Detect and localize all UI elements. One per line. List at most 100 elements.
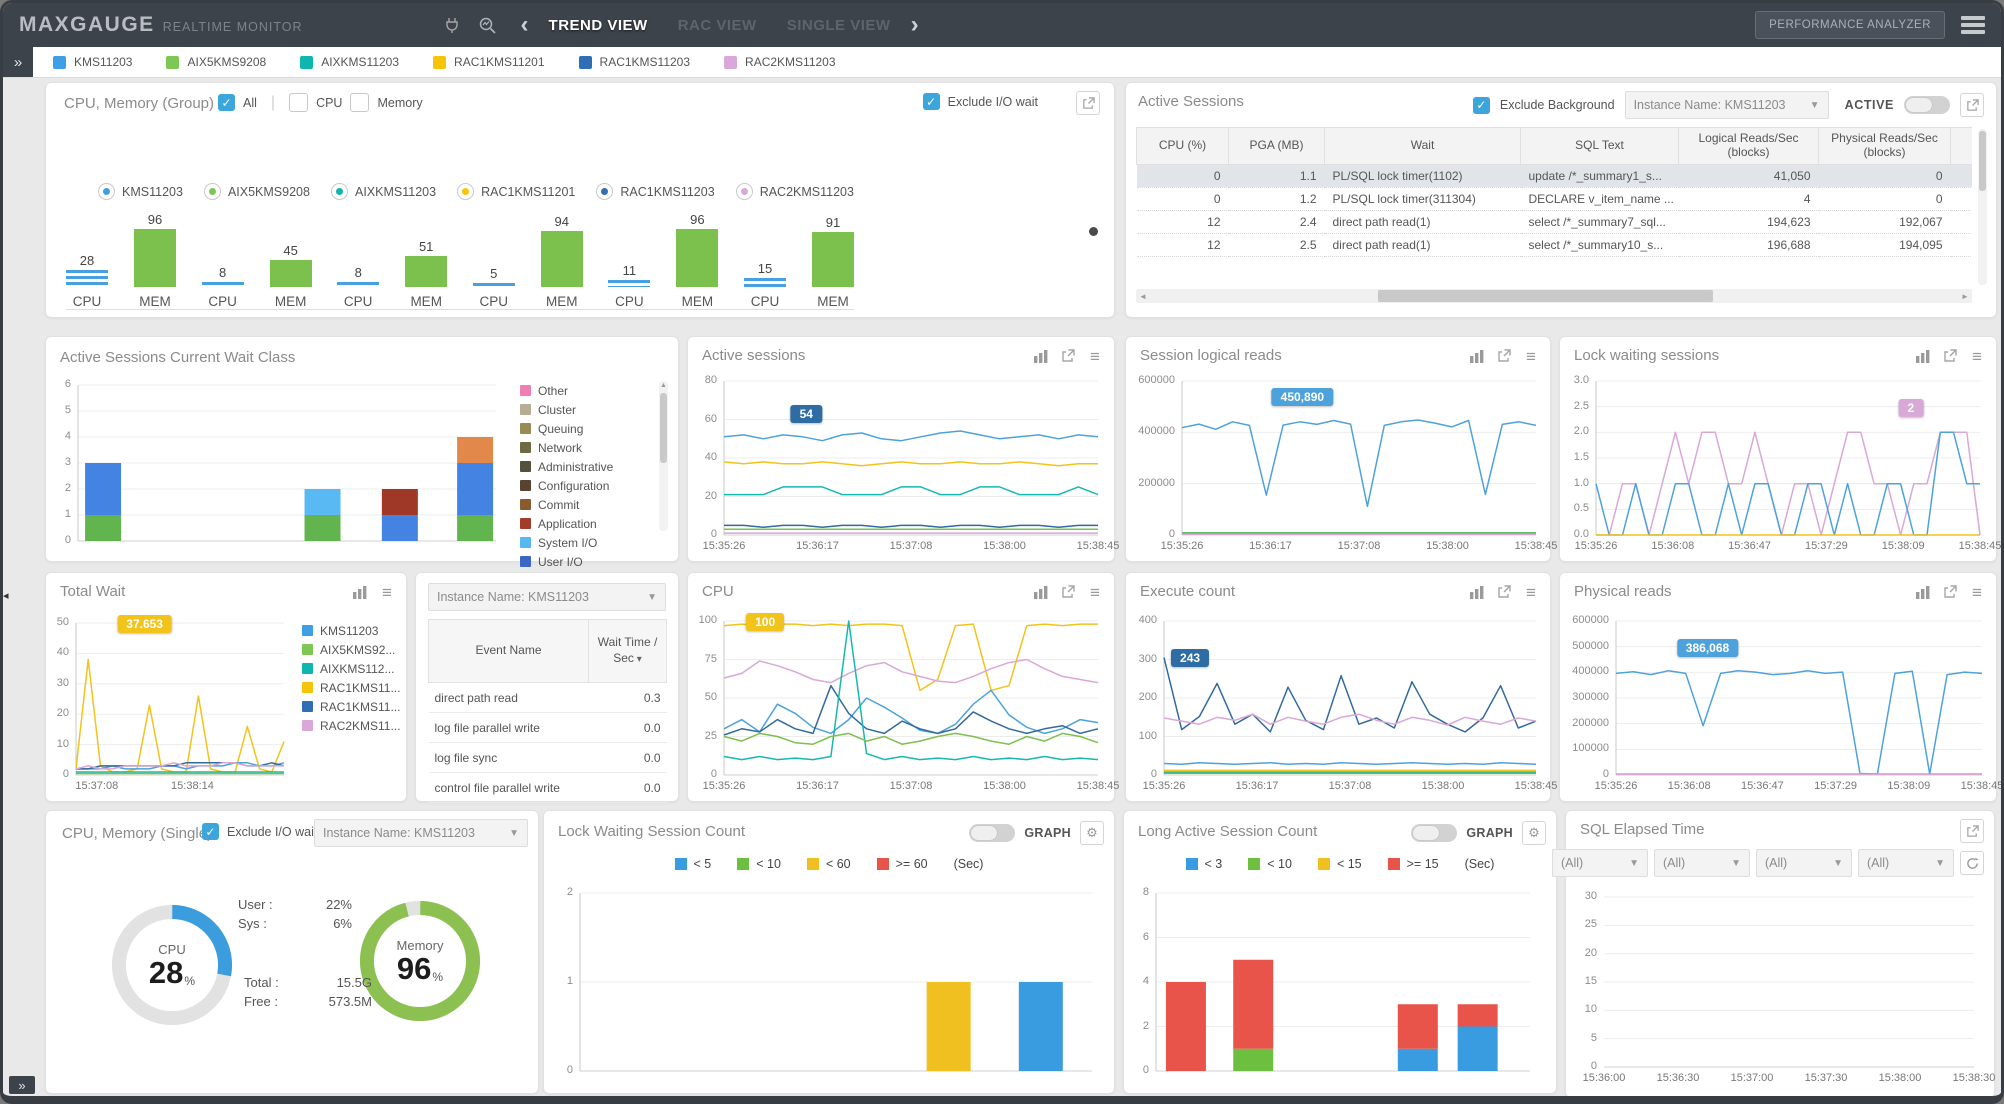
exclude-io-checkbox[interactable]: ✓: [202, 823, 219, 840]
legend-item-rac2kms11[interactable]: RAC2KMS11...: [302, 716, 400, 735]
bar-chart-icon[interactable]: [1468, 347, 1486, 365]
legend-item-rac1kms11203[interactable]: RAC1KMS11203: [578, 55, 690, 69]
popout-icon[interactable]: [1495, 583, 1513, 601]
scroll-left-icon[interactable]: ◄: [1136, 289, 1150, 303]
legend-item-60[interactable]: < 60: [806, 857, 851, 871]
legend-item-10[interactable]: < 10: [737, 857, 781, 871]
popout-icon[interactable]: [1960, 819, 1984, 843]
legend-item-aixkms112[interactable]: AIXKMS112...: [302, 659, 400, 678]
popout-icon[interactable]: [1960, 93, 1984, 117]
legend-item-kms11203[interactable]: KMS11203: [53, 55, 132, 69]
sql-filter-dropdown-4[interactable]: (All) ▼: [1858, 849, 1954, 877]
table-horizontal-scrollbar[interactable]: ◄ ►: [1136, 289, 1972, 303]
legend-item-network[interactable]: Network: [520, 438, 613, 457]
tab-rac-view[interactable]: RAC VIEW: [678, 17, 757, 34]
column-header[interactable]: PGA (MB): [1228, 127, 1325, 165]
chart-menu-icon[interactable]: ≡: [1522, 347, 1540, 365]
popout-icon[interactable]: [1941, 583, 1959, 601]
legend-item-queuing[interactable]: Queuing: [520, 419, 613, 438]
chart-menu-icon[interactable]: ≡: [378, 583, 396, 601]
legend-item-rac1kms11[interactable]: RAC1KMS11...: [302, 678, 400, 697]
legend-item-15[interactable]: >= 15: [1387, 857, 1439, 871]
instance-radio-rac1kms11203[interactable]: RAC1KMS11203: [596, 183, 715, 200]
popout-icon[interactable]: [1059, 583, 1077, 601]
bar-chart-icon[interactable]: [1032, 347, 1050, 365]
bar-chart-icon[interactable]: [1914, 583, 1932, 601]
instance-radio-aixkms11203[interactable]: AIXKMS11203: [330, 183, 436, 200]
bar-chart-icon[interactable]: [1914, 347, 1932, 365]
chart-menu-icon[interactable]: ≡: [1522, 583, 1540, 601]
chart-menu-icon[interactable]: ≡: [1086, 583, 1104, 601]
popout-icon[interactable]: [1941, 347, 1959, 365]
chevron-right-icon[interactable]: ›: [907, 13, 923, 37]
gear-icon[interactable]: ⚙: [1522, 821, 1546, 845]
legend-item-cluster[interactable]: Cluster: [520, 400, 613, 419]
legend-item-60[interactable]: >= 60: [876, 857, 928, 871]
gear-icon[interactable]: ⚙: [1080, 821, 1104, 845]
legend-item-configuration[interactable]: Configuration: [520, 476, 613, 495]
legend-item-system-i-o[interactable]: System I/O: [520, 533, 613, 552]
instance-radio-aix5kms9208[interactable]: AIX5KMS9208: [203, 183, 310, 200]
popout-icon[interactable]: [1059, 347, 1077, 365]
legend-item-5[interactable]: < 5: [674, 857, 711, 871]
all-checkbox[interactable]: ✓: [218, 94, 235, 111]
column-header[interactable]: CPU (%): [1136, 127, 1229, 165]
table-row[interactable]: 12 2.5 direct path read(1) select /*_summar…: [1136, 233, 1972, 257]
column-header[interactable]: Logical Reads/Sec (blocks): [1678, 127, 1819, 165]
instance-dropdown[interactable]: Instance Name: KMS11203 ▼: [314, 819, 528, 847]
legend-item-commit[interactable]: Commit: [520, 495, 613, 514]
instance-radio-rac1kms11201[interactable]: RAC1KMS11201: [457, 183, 575, 200]
main-menu-icon[interactable]: [1961, 13, 1985, 38]
chevron-left-icon[interactable]: ‹: [517, 13, 533, 37]
legend-item-kms11203[interactable]: KMS11203: [302, 621, 400, 640]
collapse-arrow-icon[interactable]: ◂: [3, 589, 9, 602]
chart-menu-icon[interactable]: ≡: [1086, 347, 1104, 365]
column-header[interactable]: Wait Time / Sec ▾: [588, 619, 667, 683]
memory-checkbox[interactable]: [350, 93, 370, 112]
sql-filter-dropdown-2[interactable]: (All) ▼: [1654, 849, 1750, 877]
column-header[interactable]: Event Name: [428, 619, 589, 683]
instance-dropdown[interactable]: Instance Name: KMS11203 ▼: [1624, 91, 1829, 119]
graph-toggle[interactable]: [969, 824, 1016, 842]
table-row[interactable]: 0 1.2 PL/SQL lock timer(311304) DECLARE v_i…: [1136, 187, 1972, 211]
bar-chart-icon[interactable]: [351, 583, 369, 601]
expand-bottom-button[interactable]: »: [9, 1076, 35, 1094]
table-row[interactable]: log file sync 0.0: [428, 742, 667, 773]
sql-filter-dropdown-1[interactable]: (All) ▼: [1552, 849, 1648, 877]
plug-icon[interactable]: [439, 12, 465, 38]
legend-item-other[interactable]: Other: [520, 381, 613, 400]
performance-analyzer-button[interactable]: PERFORMANCE ANALYZER: [1755, 11, 1945, 39]
tab-single-view[interactable]: SINGLE VIEW: [787, 17, 891, 34]
chart-menu-icon[interactable]: ≡: [1968, 347, 1986, 365]
legend-item-rac1kms11201[interactable]: RAC1KMS11201: [433, 55, 545, 69]
legend-item-10[interactable]: < 10: [1248, 857, 1292, 871]
table-vertical-scrollbar[interactable]: [1978, 129, 1987, 285]
instance-radio-kms11203[interactable]: KMS11203: [98, 183, 183, 200]
sql-filter-dropdown-3[interactable]: (All) ▼: [1756, 849, 1852, 877]
legend-item-aix5kms92[interactable]: AIX5KMS92...: [302, 640, 400, 659]
carousel-dot[interactable]: [1089, 227, 1098, 236]
graph-toggle[interactable]: [1411, 824, 1458, 842]
table-row[interactable]: direct path read 0.3: [428, 682, 667, 713]
column-header[interactable]: [1950, 127, 1972, 165]
search-chart-icon[interactable]: [475, 12, 501, 38]
exclude-io-checkbox[interactable]: ✓: [922, 93, 940, 110]
table-row[interactable]: log file parallel write 0.0: [428, 712, 667, 743]
legend-item-administrative[interactable]: Administrative: [520, 457, 613, 476]
active-toggle[interactable]: [1904, 96, 1950, 114]
expand-legend-button[interactable]: »: [3, 47, 33, 77]
table-row[interactable]: control file parallel write 0.0: [428, 772, 667, 803]
legend-item-rac2kms11203[interactable]: RAC2KMS11203: [724, 55, 836, 69]
legend-scrollbar[interactable]: ▲: [659, 381, 668, 531]
column-header[interactable]: Physical Reads/Sec (blocks): [1818, 127, 1951, 165]
legend-item-rac1kms11[interactable]: RAC1KMS11...: [302, 697, 400, 716]
scroll-up-icon[interactable]: ▲: [659, 382, 668, 389]
bar-chart-icon[interactable]: [1032, 583, 1050, 601]
popout-icon[interactable]: [1495, 347, 1513, 365]
tab-trend-view[interactable]: TREND VIEW: [549, 17, 648, 34]
table-row[interactable]: 0 1.1 PL/SQL lock timer(1102) update /*_sum…: [1136, 164, 1972, 188]
legend-item-user-i-o[interactable]: User I/O: [520, 552, 613, 571]
instance-dropdown[interactable]: Instance Name: KMS11203 ▼: [428, 583, 666, 611]
legend-item-3[interactable]: < 3: [1185, 857, 1222, 871]
sort-desc-icon[interactable]: ▾: [634, 654, 642, 665]
